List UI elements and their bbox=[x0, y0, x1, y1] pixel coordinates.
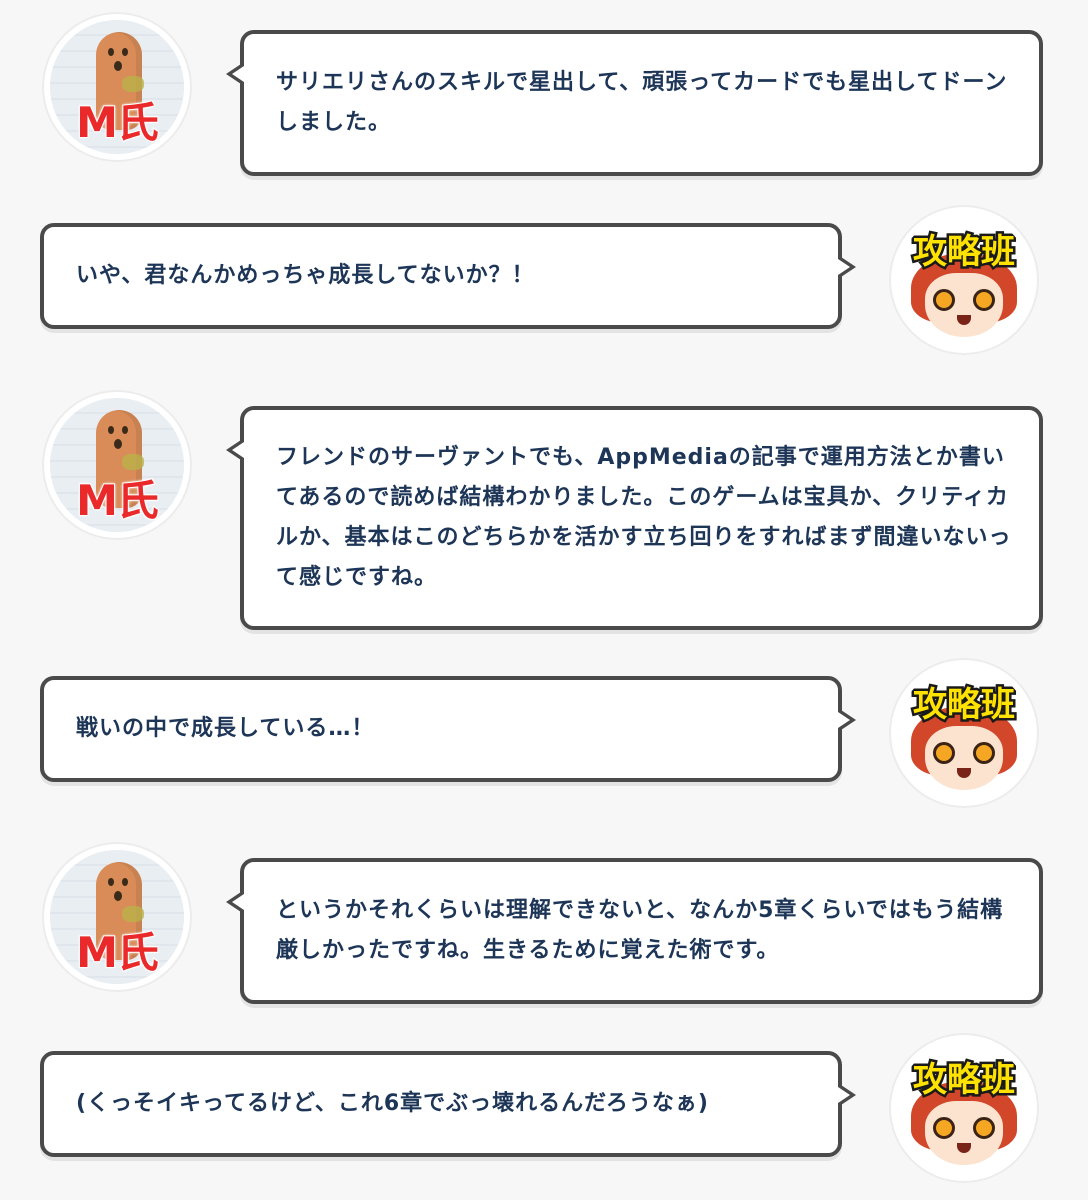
message-text: いや、君なんかめっちゃ成長してないか？！ bbox=[76, 263, 535, 288]
speech-bubble-right: いや、君なんかめっちゃ成長してないか？！ bbox=[40, 223, 856, 329]
speech-bubble-left: フレンドのサーヴァントでも、AppMediaの記事で運用方法とか書いてあるので読… bbox=[226, 406, 1043, 630]
message-text: (くっそイキってるけど、これ6章でぶっ壊れるんだろうなぁ) bbox=[76, 1091, 709, 1116]
speaker-label-m: M氏 bbox=[75, 476, 160, 525]
avatar-m: M氏 bbox=[42, 390, 192, 540]
avatar-team: 攻略班 bbox=[889, 1033, 1039, 1183]
speaker-label-team: 攻略班 bbox=[911, 684, 1018, 727]
speaker-label-m: M氏 bbox=[75, 928, 160, 977]
message-text: 戦いの中で成長している…！ bbox=[76, 716, 375, 741]
avatar-m: M氏 bbox=[42, 842, 192, 992]
speech-bubble-left: サリエリさんのスキルで星出して、頑張ってカードでも星出してドーンしました。 bbox=[226, 30, 1043, 176]
avatar-m: M氏 bbox=[42, 12, 192, 162]
speech-bubble-right: 戦いの中で成長している…！ bbox=[40, 676, 856, 782]
message-text: サリエリさんのスキルで星出して、頑張ってカードでも星出してドーンしました。 bbox=[276, 70, 1008, 135]
speech-bubble-left: というかそれくらいは理解できないと、なんか5章くらいではもう結構厳しかったですね… bbox=[226, 858, 1043, 1004]
avatar-team: 攻略班 bbox=[889, 658, 1039, 808]
speaker-label-team: 攻略班 bbox=[911, 231, 1018, 274]
avatar-team: 攻略班 bbox=[889, 205, 1039, 355]
message-text: フレンドのサーヴァントでも、AppMediaの記事で運用方法とか書いてあるので読… bbox=[276, 445, 1012, 590]
speech-bubble-right: (くっそイキってるけど、これ6章でぶっ壊れるんだろうなぁ) bbox=[40, 1051, 856, 1157]
speaker-label-team: 攻略班 bbox=[911, 1059, 1018, 1102]
speaker-label-m: M氏 bbox=[75, 98, 160, 147]
message-text: というかそれくらいは理解できないと、なんか5章くらいではもう結構厳しかったですね… bbox=[276, 898, 1004, 963]
chat-conversation: M氏 サリエリさんのスキルで星出して、頑張ってカードでも星出してドーンしました。… bbox=[0, 0, 1088, 1200]
